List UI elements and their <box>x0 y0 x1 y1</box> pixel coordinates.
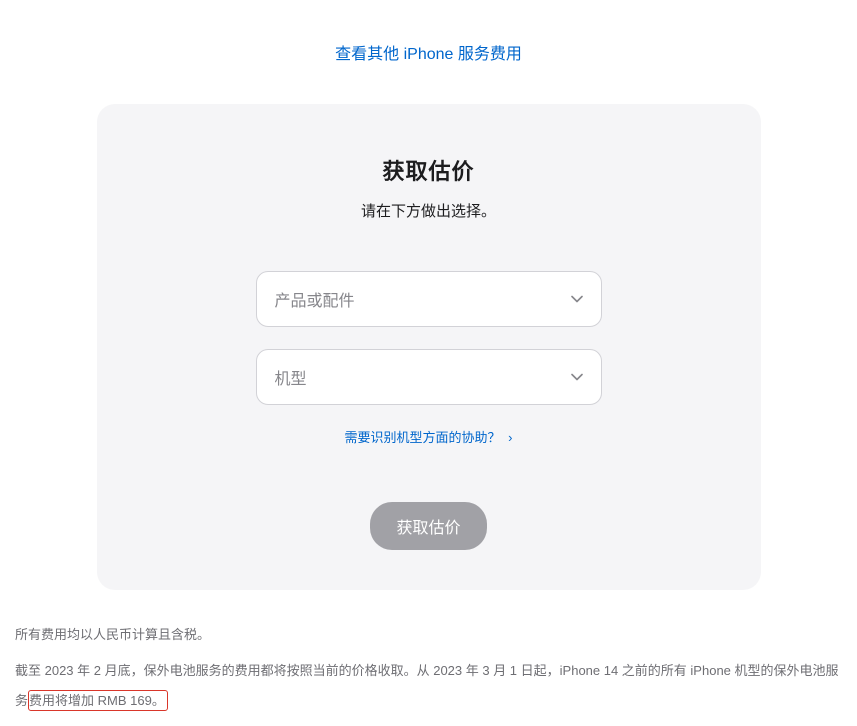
footer-line-1: 所有费用均以人民币计算且含税。 <box>10 620 847 650</box>
chevron-down-icon <box>571 293 583 305</box>
model-select-placeholder: 机型 <box>275 365 307 389</box>
help-link-label: 需要识别机型方面的协助？ <box>345 430 501 445</box>
view-other-services-link[interactable]: 查看其他 iPhone 服务费用 <box>335 46 522 63</box>
product-select[interactable]: 产品或配件 <box>256 271 602 327</box>
estimate-card: 获取估价 请在下方做出选择。 产品或配件 机型 需要识别机型方面的协助？ › <box>97 104 761 590</box>
footer-line-2: 截至 2023 年 2 月底，保外电池服务的费用都将按照当前的价格收取。从 20… <box>10 656 847 716</box>
price-increase-highlight: 费用将增加 RMB 169。 <box>28 690 168 711</box>
get-estimate-button[interactable]: 获取估价 <box>370 502 486 550</box>
chevron-right-icon: › <box>508 430 512 445</box>
card-subtitle: 请在下方做出选择。 <box>137 200 721 221</box>
top-link-container: 查看其他 iPhone 服务费用 <box>10 40 847 64</box>
card-title: 获取估价 <box>137 154 721 186</box>
chevron-down-icon <box>571 371 583 383</box>
product-select-wrapper: 产品或配件 <box>256 271 602 327</box>
product-select-placeholder: 产品或配件 <box>275 287 355 311</box>
model-select-wrapper: 机型 <box>256 349 602 405</box>
help-link-container: 需要识别机型方面的协助？ › <box>137 427 721 447</box>
model-select[interactable]: 机型 <box>256 349 602 405</box>
identify-model-help-link[interactable]: 需要识别机型方面的协助？ › <box>345 430 513 445</box>
